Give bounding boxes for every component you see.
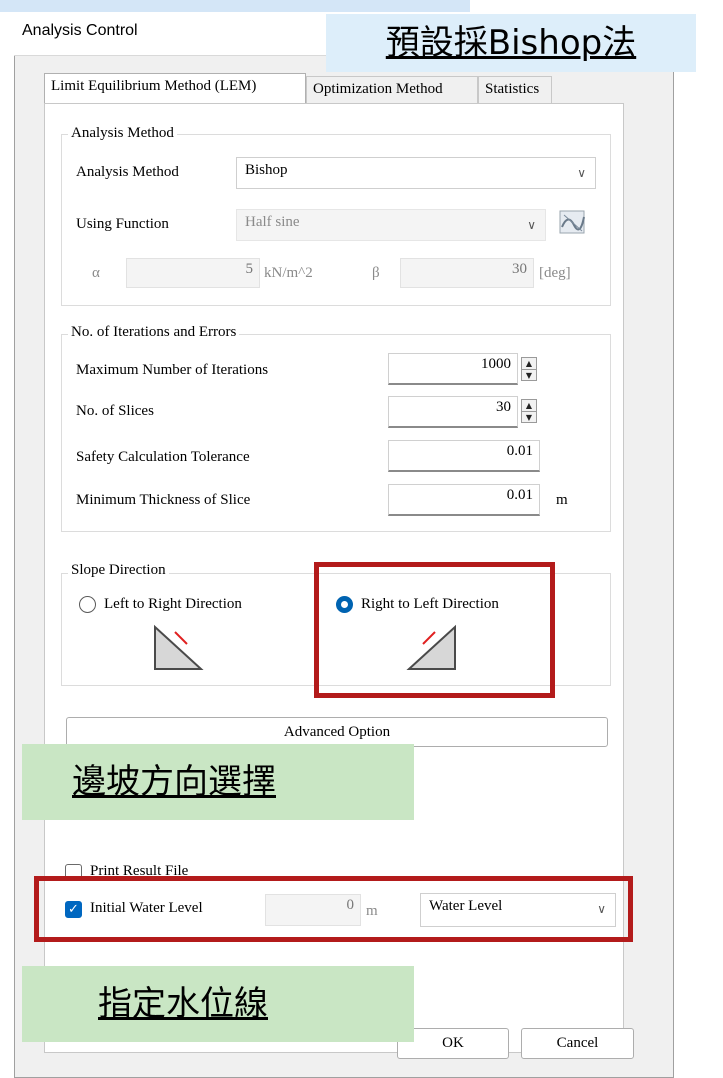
using-function-select[interactable]: Half sine ∨ [236,209,546,241]
alpha-input[interactable]: 5 [126,258,260,288]
iterations-group-title: No. of Iterations and Errors [68,324,240,341]
analysis-method-select[interactable]: Bishop ∨ [236,157,596,189]
analysis-method-value: Bishop [245,162,288,178]
annotation-water-level: 指定水位線 [22,966,414,1042]
slices-label: No. of Slices [76,403,154,419]
annotation-slope-direction: 邊坡方向選擇 [22,744,414,820]
min-thickness-label: Minimum Thickness of Slice [76,492,251,508]
slices-input[interactable]: 30 [388,396,518,428]
spin-down-icon[interactable]: ▼ [522,369,536,381]
window-title: Analysis Control [22,22,138,39]
using-function-label: Using Function [76,216,169,232]
analysis-method-group-title: Analysis Method [68,125,177,142]
highlight-box-water [34,876,633,942]
max-iterations-label: Maximum Number of Iterations [76,362,269,378]
analysis-method-label: Analysis Method [76,164,179,180]
alpha-unit: kN/m^2 [264,265,313,281]
min-thickness-unit: m [556,492,568,508]
left-to-right-label[interactable]: Left to Right Direction [104,596,242,613]
spin-up-icon[interactable]: ▲ [522,358,536,369]
tab-optimization[interactable]: Optimization Method [306,76,478,104]
spin-down-icon[interactable]: ▼ [522,411,536,423]
slices-spinner[interactable]: ▲ ▼ [521,399,537,423]
left-to-right-radio[interactable] [79,596,96,613]
beta-unit: [deg] [539,265,571,281]
max-iterations-input[interactable]: 1000 [388,353,518,385]
slope-direction-group-title: Slope Direction [68,562,169,579]
selection-strip [0,0,470,12]
cancel-button[interactable]: Cancel [521,1028,634,1059]
function-graph-icon[interactable] [556,207,590,239]
tolerance-label: Safety Calculation Tolerance [76,449,250,465]
min-thickness-input[interactable]: 0.01 [388,484,540,516]
highlight-box-slope [314,562,555,698]
advanced-option-button[interactable]: Advanced Option [66,717,608,747]
max-iterations-spinner[interactable]: ▲ ▼ [521,357,537,381]
tolerance-input[interactable]: 0.01 [388,440,540,472]
using-function-value: Half sine [245,214,300,230]
annotation-default-bishop: 預設採Bishop法 [326,14,696,72]
chevron-down-icon: ∨ [527,218,536,232]
beta-symbol: β [372,265,380,281]
chevron-down-icon: ∨ [577,166,586,180]
spin-up-icon[interactable]: ▲ [522,400,536,411]
left-to-right-slope-icon [153,624,205,672]
tab-statistics[interactable]: Statistics [478,76,552,104]
beta-input[interactable]: 30 [400,258,534,288]
alpha-symbol: α [92,265,100,281]
tab-lem[interactable]: Limit Equilibrium Method (LEM) [44,73,306,103]
